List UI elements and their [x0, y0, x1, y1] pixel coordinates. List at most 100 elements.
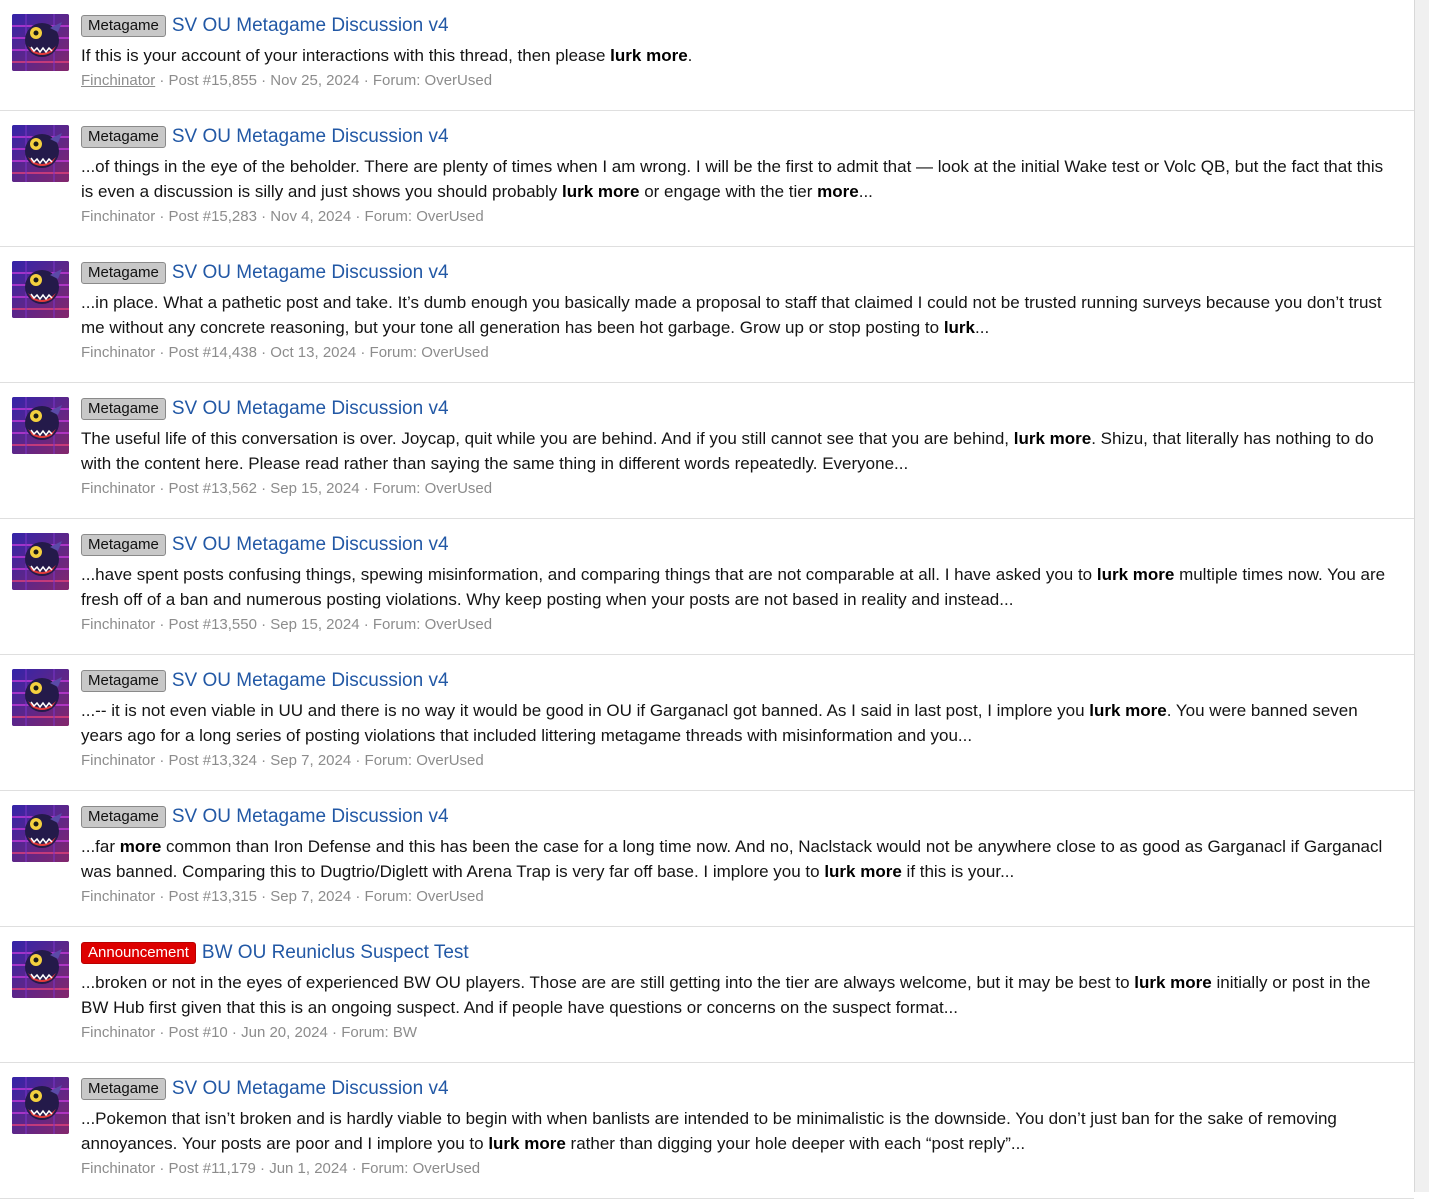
result-title-line: Metagame SV OU Metagame Discussion v4 [81, 1076, 1400, 1102]
result-snippet[interactable]: ...Pokemon that isn’t broken and is hard… [81, 1106, 1400, 1156]
search-term-highlight: more [817, 182, 859, 201]
result-title-line: Metagame SV OU Metagame Discussion v4 [81, 396, 1400, 422]
avatar[interactable] [12, 669, 69, 726]
forum-link[interactable]: Forum: OverUsed [373, 616, 492, 633]
avatar[interactable] [12, 533, 69, 590]
post-date[interactable]: Nov 4, 2024 [270, 208, 351, 225]
post-date[interactable]: Jun 1, 2024 [269, 1160, 347, 1177]
result-content: Metagame SV OU Metagame Discussion v4 If… [81, 13, 1400, 91]
forum-link[interactable]: Forum: OverUsed [365, 752, 484, 769]
avatar[interactable] [12, 261, 69, 318]
result-snippet[interactable]: ...have spent posts confusing things, sp… [81, 562, 1400, 612]
post-number-link[interactable]: Post #13,324 [169, 752, 257, 769]
author-link[interactable]: Finchinator [81, 480, 155, 497]
meta-separator: · [155, 1024, 169, 1041]
result-snippet[interactable]: ...far more common than Iron Defense and… [81, 834, 1400, 884]
avatar[interactable] [12, 14, 69, 71]
post-number-link[interactable]: Post #13,550 [169, 616, 257, 633]
avatar[interactable] [12, 1077, 69, 1134]
avatar-icon [12, 261, 69, 318]
snippet-text: The useful life of this conversation is … [81, 429, 1014, 448]
author-link[interactable]: Finchinator [81, 616, 155, 633]
forum-link[interactable]: Forum: OverUsed [361, 1160, 480, 1177]
forum-link[interactable]: Forum: BW [341, 1024, 417, 1041]
author-link[interactable]: Finchinator [81, 1024, 155, 1041]
result-meta: Finchinator · Post #10 · Jun 20, 2024 · … [81, 1023, 1400, 1043]
post-date[interactable]: Jun 20, 2024 [241, 1024, 328, 1041]
thread-prefix-label[interactable]: Metagame [81, 1078, 166, 1100]
author-link[interactable]: Finchinator [81, 208, 155, 225]
avatar-icon [12, 14, 69, 71]
thread-prefix-label[interactable]: Metagame [81, 534, 166, 556]
thread-title-link[interactable]: SV OU Metagame Discussion v4 [172, 15, 449, 37]
thread-title-link[interactable]: SV OU Metagame Discussion v4 [172, 398, 449, 420]
search-results-list: Metagame SV OU Metagame Discussion v4 If… [0, 0, 1415, 1199]
snippet-text: common than Iron Defense and this has be… [81, 837, 1383, 881]
snippet-text: ...broken or not in the eyes of experien… [81, 973, 1135, 992]
thread-title-link[interactable]: SV OU Metagame Discussion v4 [172, 126, 449, 148]
thread-title-link[interactable]: SV OU Metagame Discussion v4 [172, 534, 449, 556]
thread-prefix-label[interactable]: Metagame [81, 670, 166, 692]
snippet-text: if this is your... [901, 862, 1015, 881]
thread-title-link[interactable]: BW OU Reuniclus Suspect Test [202, 942, 469, 964]
thread-prefix-label[interactable]: Metagame [81, 262, 166, 284]
meta-separator: · [256, 752, 271, 769]
meta-separator: · [359, 72, 373, 89]
forum-link[interactable]: Forum: OverUsed [365, 208, 484, 225]
result-snippet[interactable]: ...broken or not in the eyes of experien… [81, 970, 1400, 1020]
avatar[interactable] [12, 397, 69, 454]
post-date[interactable]: Sep 7, 2024 [270, 888, 351, 905]
post-number-link[interactable]: Post #13,315 [169, 888, 257, 905]
search-term-highlight: lurk more [561, 182, 640, 201]
post-number-link[interactable]: Post #15,855 [169, 72, 257, 89]
post-date[interactable]: Oct 13, 2024 [270, 344, 356, 361]
post-date[interactable]: Sep 15, 2024 [270, 616, 359, 633]
snippet-text: ...in place. What a pathetic post and ta… [81, 293, 1382, 337]
forum-link[interactable]: Forum: OverUsed [373, 480, 492, 497]
author-link[interactable]: Finchinator [81, 888, 155, 905]
thread-title-link[interactable]: SV OU Metagame Discussion v4 [172, 670, 449, 692]
author-link[interactable]: Finchinator [81, 1160, 155, 1177]
avatar[interactable] [12, 805, 69, 862]
meta-separator: · [256, 480, 271, 497]
scrollbar[interactable] [1415, 0, 1429, 1192]
forum-link[interactable]: Forum: OverUsed [370, 344, 489, 361]
result-row: Metagame SV OU Metagame Discussion v4 If… [0, 0, 1414, 111]
author-link[interactable]: Finchinator [81, 72, 155, 89]
meta-separator: · [327, 1024, 342, 1041]
thread-prefix-label[interactable]: Metagame [81, 126, 166, 148]
post-date[interactable]: Sep 7, 2024 [270, 752, 351, 769]
thread-prefix-label[interactable]: Announcement [81, 942, 196, 964]
thread-title-link[interactable]: SV OU Metagame Discussion v4 [172, 1078, 449, 1100]
result-snippet[interactable]: ...-- it is not even viable in UU and th… [81, 698, 1400, 748]
author-link[interactable]: Finchinator [81, 344, 155, 361]
post-date[interactable]: Nov 25, 2024 [270, 72, 359, 89]
result-content: Metagame SV OU Metagame Discussion v4 ..… [81, 1076, 1400, 1179]
result-snippet[interactable]: ...in place. What a pathetic post and ta… [81, 290, 1400, 340]
avatar[interactable] [12, 125, 69, 182]
result-snippet[interactable]: ...of things in the eye of the beholder.… [81, 154, 1400, 204]
author-link[interactable]: Finchinator [81, 752, 155, 769]
meta-separator: · [155, 888, 169, 905]
post-number-link[interactable]: Post #15,283 [169, 208, 257, 225]
forum-link[interactable]: Forum: OverUsed [373, 72, 492, 89]
post-number-link[interactable]: Post #11,179 [169, 1160, 256, 1177]
thread-prefix-label[interactable]: Metagame [81, 398, 166, 420]
post-date[interactable]: Sep 15, 2024 [270, 480, 359, 497]
result-content: Metagame SV OU Metagame Discussion v4 Th… [81, 396, 1400, 499]
forum-link[interactable]: Forum: OverUsed [365, 888, 484, 905]
post-number-link[interactable]: Post #13,562 [169, 480, 257, 497]
thread-prefix-label[interactable]: Metagame [81, 15, 166, 37]
thread-title-link[interactable]: SV OU Metagame Discussion v4 [172, 806, 449, 828]
snippet-text: ...far [81, 837, 120, 856]
thread-prefix-label[interactable]: Metagame [81, 806, 166, 828]
post-number-link[interactable]: Post #10 [169, 1024, 228, 1041]
thread-title-link[interactable]: SV OU Metagame Discussion v4 [172, 262, 449, 284]
avatar[interactable] [12, 941, 69, 998]
result-snippet[interactable]: The useful life of this conversation is … [81, 426, 1400, 476]
result-row: Metagame SV OU Metagame Discussion v4 ..… [0, 519, 1414, 655]
meta-separator: · [155, 1160, 169, 1177]
result-snippet[interactable]: If this is your account of your interact… [81, 43, 1400, 68]
result-row: Metagame SV OU Metagame Discussion v4 ..… [0, 1063, 1414, 1199]
post-number-link[interactable]: Post #14,438 [169, 344, 257, 361]
